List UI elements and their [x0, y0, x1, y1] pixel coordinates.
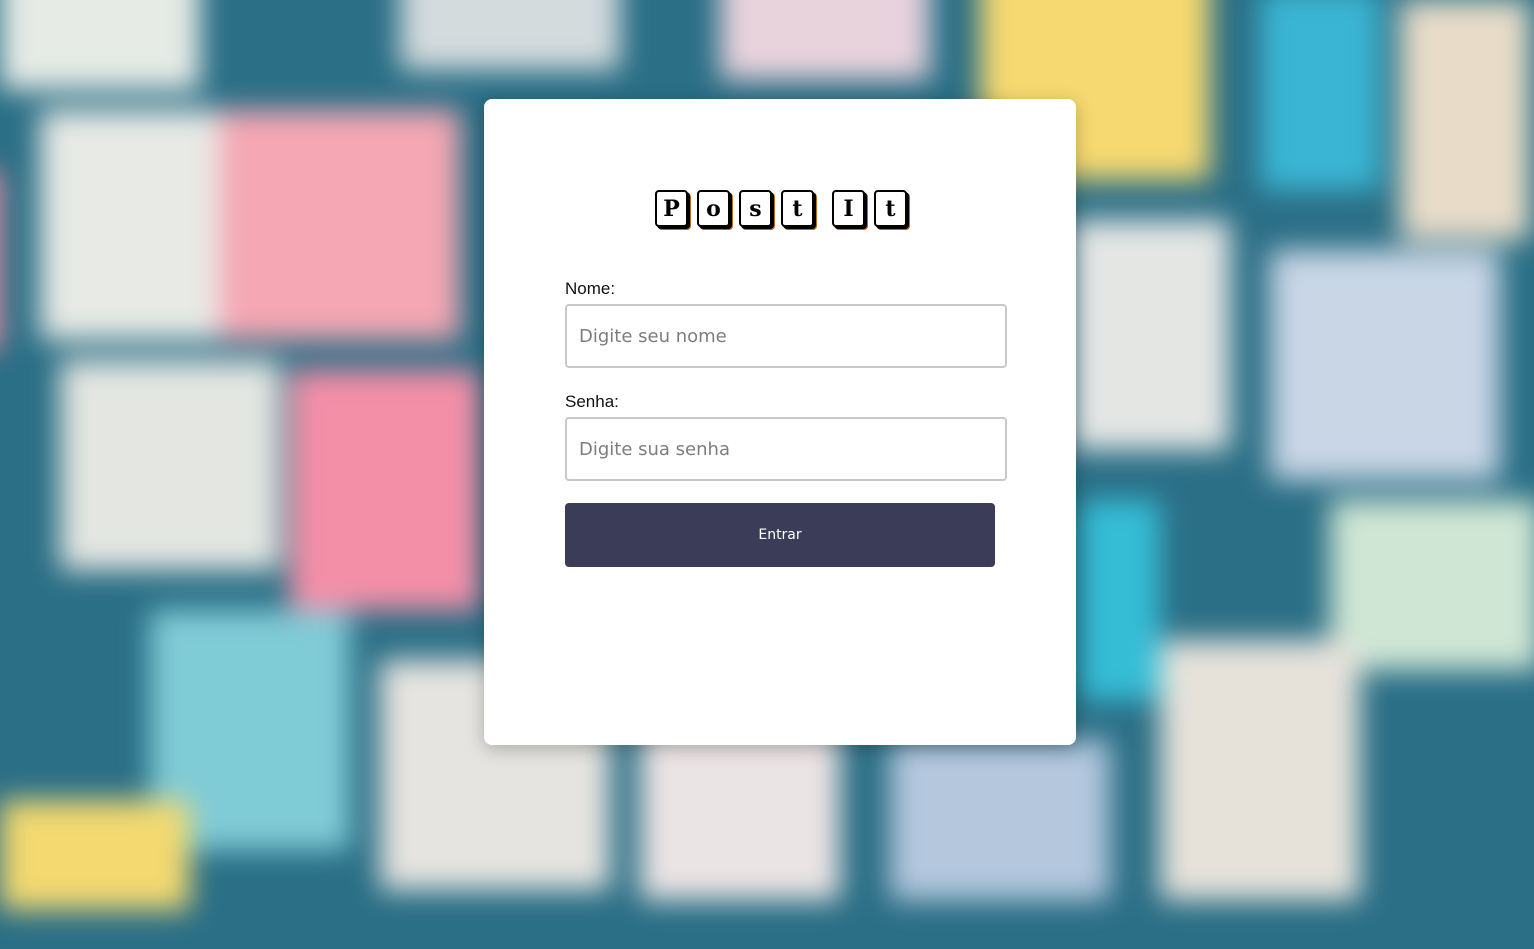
- password-input[interactable]: [565, 417, 1007, 481]
- logo-tile: I: [832, 190, 865, 227]
- name-label: Nome:: [565, 279, 616, 298]
- password-label: Senha:: [565, 392, 619, 411]
- login-card: P o s t I t Nome: Senha: Entrar: [484, 99, 1076, 745]
- logo-tile: P: [655, 190, 688, 227]
- login-button[interactable]: Entrar: [565, 503, 995, 567]
- name-input[interactable]: [565, 304, 1007, 368]
- post-it-logo: P o s t I t: [655, 190, 916, 227]
- logo-tile: s: [739, 190, 772, 227]
- logo-tile: o: [697, 190, 730, 227]
- logo-tile: t: [781, 190, 814, 227]
- logo-tile: t: [874, 190, 907, 227]
